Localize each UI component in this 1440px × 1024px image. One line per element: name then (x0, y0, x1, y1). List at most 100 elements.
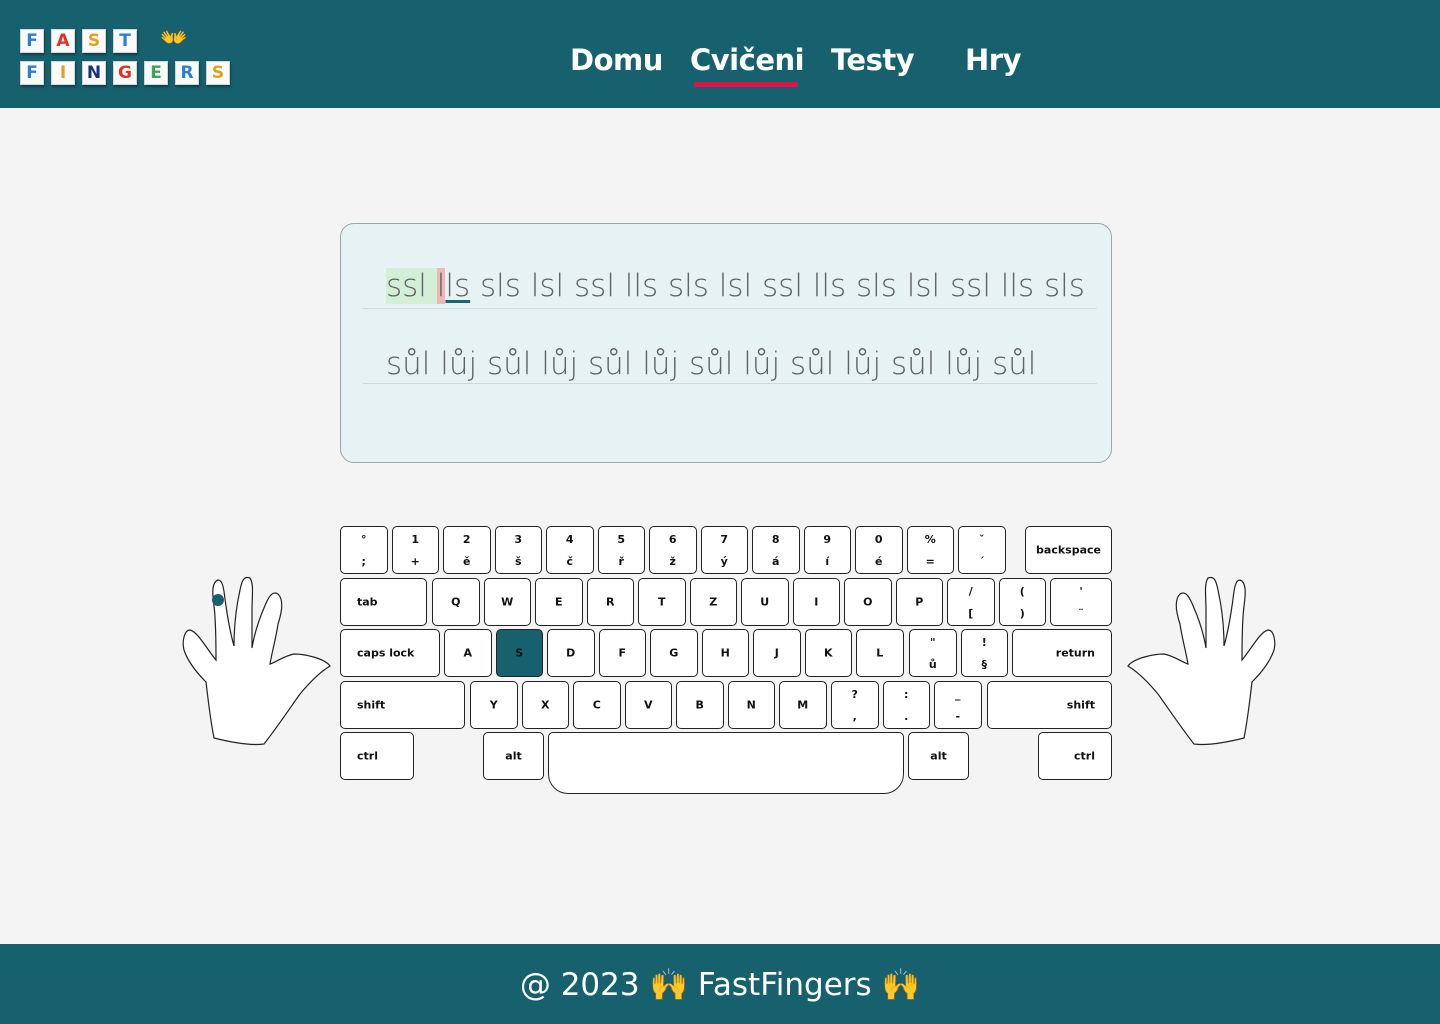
key-label: U (760, 595, 770, 608)
logo-letter-tile: F (20, 61, 44, 85)
nav-item-testy[interactable]: Testy (831, 38, 915, 88)
key-letter[interactable]: Y (470, 680, 518, 729)
key-letter[interactable]: X (521, 680, 569, 729)
key-label: : (904, 687, 909, 701)
key-label: B (695, 698, 704, 711)
key-label: - (955, 709, 961, 723)
key-number[interactable]: 1 + (391, 526, 439, 574)
key-letter[interactable]: W (483, 577, 531, 626)
key-caps-lock[interactable]: caps lock (340, 629, 440, 677)
key-letter[interactable]: Q (432, 577, 480, 626)
key-label: . (904, 709, 909, 723)
key-letter[interactable]: B (676, 680, 724, 729)
key-label: G (669, 646, 679, 660)
footer-copyright: @ 2023 🙌 FastFingers 🙌 (519, 967, 921, 1003)
right-hand-icon (1127, 576, 1276, 746)
logo-letter-tile: G (113, 61, 137, 85)
key-symbol[interactable]: () (998, 577, 1046, 626)
key-number[interactable]: 6ž (649, 526, 697, 574)
key-letter[interactable]: L (856, 629, 904, 677)
key-label: W (501, 595, 514, 608)
key-label: ř (618, 555, 624, 568)
key-symbol[interactable]: ! § (960, 629, 1008, 677)
key-letter[interactable]: P (895, 577, 943, 626)
key-letter[interactable]: N (727, 680, 775, 729)
key-symbol[interactable]: " ů (909, 629, 957, 677)
key-letter[interactable]: E (535, 577, 583, 626)
key-number[interactable]: 5ř (597, 526, 645, 574)
key-symbol[interactable]: _ - (934, 680, 982, 729)
remaining-text: sls lsl ssl lls sls lsl ssl lls sls lsl … (470, 268, 1085, 304)
key-letter[interactable]: K (804, 629, 852, 677)
key-label: 2 (462, 533, 471, 546)
key-number[interactable]: 4č (546, 526, 594, 574)
key-label: ý (720, 555, 728, 568)
nav-item-cviceni[interactable]: Cvičeni (690, 38, 805, 88)
key-label: [ (968, 606, 974, 620)
key-letter[interactable]: V (624, 680, 672, 729)
key-number[interactable]: 8á (752, 526, 800, 574)
key-number[interactable]: 2ě (443, 526, 491, 574)
key-number[interactable]: % = (906, 526, 954, 574)
key-letter[interactable]: H (701, 629, 749, 677)
key-label: 1 (411, 533, 420, 546)
key-label: shift (357, 698, 386, 711)
key-label: + (410, 555, 420, 568)
key-label: ; (361, 555, 366, 568)
key-alt-left[interactable]: alt (483, 732, 544, 780)
nav-item-hry[interactable]: Hry (965, 38, 1021, 88)
exercise-line-1: ssl lls sls lsl ssl lls sls lsl ssl lls … (386, 268, 1085, 304)
key-letter[interactable]: F (598, 629, 646, 677)
key-number[interactable]: 9í (803, 526, 851, 574)
key-letter[interactable]: R (586, 577, 634, 626)
key-letter[interactable]: Z (689, 577, 737, 626)
key-symbol[interactable]: ' ¨ (1050, 577, 1112, 626)
key-tab[interactable]: tab (340, 577, 427, 626)
key-ctrl-right[interactable]: ctrl (1038, 732, 1112, 780)
key-label: ě (463, 555, 471, 568)
key-letter[interactable]: O (844, 577, 892, 626)
key-letter[interactable]: S (495, 629, 543, 677)
key-label: K (823, 646, 833, 660)
key-ctrl-left[interactable]: ctrl (340, 732, 414, 780)
key-label: O (863, 595, 873, 608)
key-backspace[interactable]: backspace (1025, 526, 1112, 574)
key-letter[interactable]: G (650, 629, 698, 677)
logo[interactable]: FASTFINGERS 👐 (18, 26, 238, 90)
key-number[interactable]: 7ý (700, 526, 748, 574)
key-label: L (876, 646, 884, 660)
logo-letter-tile: N (82, 61, 106, 85)
key-spacebar[interactable] (548, 732, 904, 794)
active-finger-dot (212, 594, 224, 606)
key-number[interactable]: °; (340, 526, 388, 574)
key-symbol[interactable]: :. (882, 680, 930, 729)
key-letter[interactable]: U (741, 577, 789, 626)
nav-item-domu[interactable]: Domu (570, 38, 663, 88)
key-number[interactable]: ˇ ´ (958, 526, 1006, 574)
key-number[interactable]: 3š (494, 526, 542, 574)
key-label: caps lock (357, 646, 415, 660)
typed-text: ssl (386, 268, 437, 304)
key-alt-right[interactable]: alt (908, 732, 969, 780)
key-shift-left[interactable]: shift (340, 680, 465, 729)
key-letter[interactable]: D (547, 629, 595, 677)
key-letter[interactable]: M (779, 680, 827, 729)
key-letter[interactable]: T (638, 577, 686, 626)
hands-emoji-icon: 👐 (160, 26, 188, 51)
logo-letter-tile: F (20, 29, 44, 53)
key-label: shift (1066, 698, 1095, 711)
key-label: ctrl (357, 749, 378, 763)
key-symbol[interactable]: ?, (831, 680, 879, 729)
key-symbol[interactable]: /[ (947, 577, 995, 626)
key-number[interactable]: 0é (855, 526, 903, 574)
key-label: _ (955, 687, 961, 701)
key-label: í (825, 555, 830, 568)
key-label: A (463, 646, 472, 660)
key-return[interactable]: return (1012, 629, 1112, 677)
key-label: 4 (565, 533, 574, 546)
key-letter[interactable]: J (753, 629, 801, 677)
key-shift-right[interactable]: shift (987, 680, 1112, 729)
key-letter[interactable]: I (792, 577, 840, 626)
key-letter[interactable]: C (573, 680, 621, 729)
key-letter[interactable]: A (444, 629, 492, 677)
